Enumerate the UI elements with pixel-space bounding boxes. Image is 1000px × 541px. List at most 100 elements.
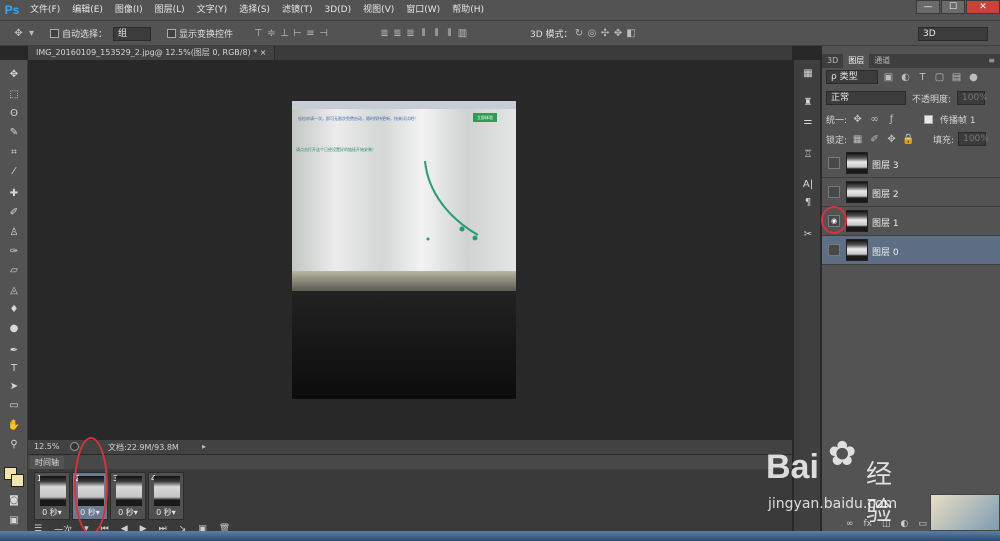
close-button[interactable]: ✕ — [966, 0, 1000, 14]
menu-filter[interactable]: 滤镜(T) — [276, 0, 319, 20]
marquee-tool-icon[interactable]: ⬚ — [6, 86, 22, 102]
workspace-dropdown[interactable]: 3D — [918, 26, 988, 41]
pen-tool-icon[interactable]: ✒ — [6, 342, 22, 358]
distribute-top-icon[interactable]: ≣ — [378, 27, 391, 40]
opacity-field[interactable]: 100% — [957, 91, 988, 105]
background-color-swatch[interactable] — [11, 474, 24, 487]
blend-mode-dropdown[interactable]: 正常 — [826, 91, 906, 105]
align-hcenter-icon[interactable]: ≡ — [304, 27, 317, 40]
tool-presets-panel-icon[interactable]: ✂ — [800, 226, 816, 242]
menu-window[interactable]: 窗口(W) — [400, 0, 446, 20]
healing-brush-tool-icon[interactable]: ✚ — [6, 185, 22, 201]
3d-roll-icon[interactable]: ◎ — [586, 27, 599, 40]
zoom-tool-icon[interactable]: ⚲ — [6, 436, 22, 452]
visibility-toggle[interactable] — [828, 157, 840, 169]
3d-pan-icon[interactable]: ✣ — [599, 27, 612, 40]
menu-help[interactable]: 帮助(H) — [446, 0, 490, 20]
filter-smart-icon[interactable]: ▤ — [950, 71, 963, 84]
move-tool-preset[interactable]: ✥ ▾ — [12, 26, 38, 41]
lasso-tool-icon[interactable]: ʘ — [6, 105, 22, 121]
panel-menu-icon[interactable]: ≡ — [983, 54, 1000, 68]
status-menu-icon[interactable] — [70, 442, 79, 451]
filter-pixel-icon[interactable]: ▣ — [882, 71, 895, 84]
filter-type-icon[interactable]: T — [916, 71, 929, 84]
history-panel-icon[interactable]: ▦ — [800, 65, 816, 81]
lock-all-icon[interactable]: 🔒 — [902, 133, 915, 146]
zoom-level[interactable]: 12.5% — [34, 442, 59, 451]
align-right-icon[interactable]: ⊣ — [317, 27, 330, 40]
visibility-toggle[interactable] — [828, 244, 840, 256]
tab-layers[interactable]: 图层 — [843, 54, 870, 68]
clone-source-panel-icon[interactable]: ♖ — [800, 146, 816, 162]
unify-style-icon[interactable]: ƒ — [885, 113, 898, 126]
menu-type[interactable]: 文字(Y) — [191, 0, 234, 20]
crop-tool-icon[interactable]: ⌗ — [6, 144, 22, 160]
status-expand-icon[interactable]: ▸ — [202, 442, 206, 451]
frame-duration[interactable]: 0 秒▾ — [149, 507, 183, 518]
layer-name[interactable]: 图层 0 — [872, 245, 899, 258]
show-transform-option[interactable]: 显示变换控件 — [167, 26, 233, 41]
timeline-tab[interactable]: 时间轴 — [30, 456, 64, 469]
layer-name[interactable]: 图层 2 — [872, 187, 899, 200]
menu-view[interactable]: 视图(V) — [357, 0, 400, 20]
actions-panel-icon[interactable]: ♜ — [800, 94, 816, 110]
layer-filter-dropdown[interactable]: ρ 类型 — [826, 70, 878, 84]
distribute-right-icon[interactable]: ⦀ — [443, 27, 456, 40]
frame-duration[interactable]: 0 秒▾ — [35, 507, 69, 518]
character-panel-icon[interactable]: A| — [800, 176, 816, 192]
layer-row-2[interactable]: 图层 2 — [822, 178, 1000, 207]
filter-shape-icon[interactable]: ▢ — [933, 71, 946, 84]
fill-field[interactable]: 100% — [958, 132, 989, 146]
rectangle-tool-icon[interactable]: ▭ — [6, 397, 22, 413]
screen-mode-icon[interactable]: ▣ — [6, 512, 22, 528]
visibility-toggle[interactable] — [828, 186, 840, 198]
menu-select[interactable]: 选择(S) — [233, 0, 276, 20]
move-tool-icon[interactable]: ✥ — [6, 66, 22, 82]
show-transform-checkbox[interactable] — [167, 29, 176, 38]
dodge-tool-icon[interactable]: ● — [6, 320, 22, 336]
paragraph-panel-icon[interactable]: ¶ — [800, 194, 816, 210]
distribute-bottom-icon[interactable]: ≣ — [404, 27, 417, 40]
3d-scale-icon[interactable]: ◧ — [625, 27, 638, 40]
unify-position-icon[interactable]: ✥ — [851, 113, 864, 126]
lock-transparency-icon[interactable]: ▦ — [851, 133, 864, 146]
document-canvas-photo[interactable]: 轻松申请一次，即可无限次免费启动，随时保持更新，快来试试吧！ 立即体验 请点击打… — [292, 101, 516, 399]
auto-select-checkbox[interactable] — [50, 29, 59, 38]
brush-tool-icon[interactable]: ✐ — [6, 204, 22, 220]
align-vcenter-icon[interactable]: ≑ — [265, 27, 278, 40]
3d-slide-icon[interactable]: ✥ — [612, 27, 625, 40]
menu-edit[interactable]: 编辑(E) — [66, 0, 109, 20]
quick-mask-icon[interactable]: ◙ — [6, 492, 22, 508]
distribute-vcenter-icon[interactable]: ≣ — [391, 27, 404, 40]
tab-3d[interactable]: 3D — [822, 54, 843, 68]
auto-select-option[interactable]: 自动选择： — [50, 26, 107, 41]
clone-stamp-tool-icon[interactable]: ♙ — [6, 224, 22, 240]
blur-tool-icon[interactable]: ♦ — [6, 301, 22, 317]
path-select-tool-icon[interactable]: ➤ — [6, 378, 22, 394]
maximize-button[interactable]: ☐ — [941, 0, 965, 14]
align-left-icon[interactable]: ⊢ — [291, 27, 304, 40]
minimize-button[interactable]: — — [916, 0, 940, 14]
paint-bucket-tool-icon[interactable]: ◬ — [6, 282, 22, 298]
timeline-frame-3[interactable]: 30 秒▾ — [110, 472, 146, 520]
history-brush-tool-icon[interactable]: ✑ — [6, 243, 22, 259]
type-tool-icon[interactable]: T — [6, 360, 22, 376]
quick-select-tool-icon[interactable]: ✎ — [6, 124, 22, 140]
auto-select-target-dropdown[interactable]: 组 — [113, 26, 151, 41]
layer-name[interactable]: 图层 3 — [872, 158, 899, 171]
document-tab[interactable]: IMG_20160109_153529_2.jpg@ 12.5%(图层 0, R… — [28, 46, 276, 60]
layer-name[interactable]: 图层 1 — [872, 216, 899, 229]
unify-visibility-icon[interactable]: ∞ — [868, 113, 881, 126]
layer-row-1[interactable]: ◉ 图层 1 — [822, 207, 1000, 236]
3d-rotate-icon[interactable]: ↻ — [573, 27, 586, 40]
new-group-icon[interactable]: ▭ — [918, 519, 927, 529]
menu-file[interactable]: 文件(F) — [24, 0, 66, 20]
adjustments-panel-icon[interactable]: ⚌ — [800, 113, 816, 129]
propagate-frame-checkbox[interactable] — [924, 114, 934, 124]
hand-tool-icon[interactable]: ✋ — [6, 417, 22, 433]
align-top-icon[interactable]: ⊤ — [252, 27, 265, 40]
layer-row-0[interactable]: 图层 0 — [822, 236, 1000, 265]
distribute-hcenter-icon[interactable]: ⦀ — [430, 27, 443, 40]
auto-align-icon[interactable]: ▥ — [456, 27, 469, 40]
filter-adjust-icon[interactable]: ◐ — [899, 71, 912, 84]
